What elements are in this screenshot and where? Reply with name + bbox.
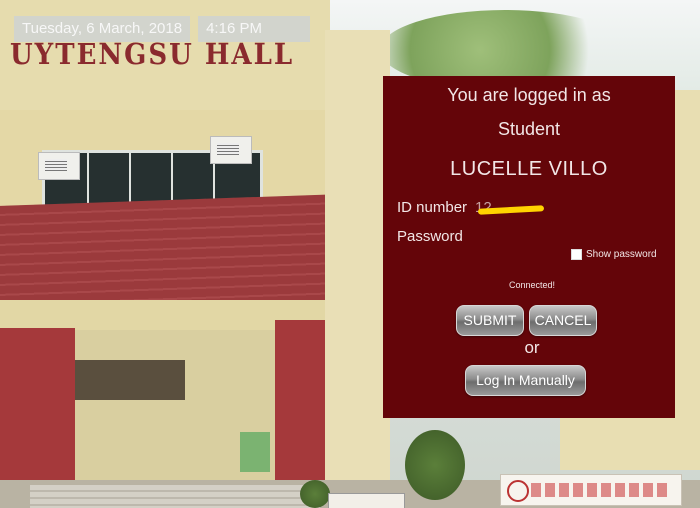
time-display: 4:16 PM (198, 16, 311, 42)
cancel-button[interactable]: CANCEL (529, 305, 597, 336)
password-label: Password (397, 228, 463, 245)
show-password-checkbox[interactable] (571, 249, 582, 260)
connection-status: Connected! (508, 280, 556, 290)
entrance-steps (30, 485, 320, 508)
brick-pillar-left (0, 328, 75, 493)
date-time-bar: Tuesday, 6 March, 2018 4:16 PM (14, 16, 311, 42)
air-conditioner (38, 152, 80, 180)
show-password-toggle[interactable]: Show password (571, 249, 657, 260)
bush (405, 430, 465, 500)
bush (300, 480, 330, 508)
building-sign: UYTENGSU HALL (10, 38, 295, 72)
greeting-text: You are logged in as (447, 85, 611, 105)
or-separator: or (524, 338, 540, 357)
concrete-column (325, 30, 390, 508)
ground-sign (328, 493, 405, 508)
date-display: Tuesday, 6 March, 2018 (14, 16, 191, 42)
show-password-label: Show password (586, 249, 657, 260)
submit-button[interactable]: SUBMIT (456, 305, 524, 336)
brick-balcony (0, 194, 340, 316)
banner (500, 474, 682, 506)
air-conditioner (210, 136, 252, 164)
log-in-manually-button[interactable]: Log In Manually (465, 365, 586, 396)
green-door (240, 432, 270, 472)
lobby-windows (75, 360, 185, 400)
user-name: LUCELLE VILLO (450, 158, 608, 180)
banner-text-graphic (531, 483, 671, 497)
user-role: Student (497, 119, 561, 139)
id-number-label: ID number (397, 199, 468, 216)
seal-icon (507, 480, 529, 502)
login-panel: You are logged in as Student LUCELLE VIL… (383, 76, 675, 418)
